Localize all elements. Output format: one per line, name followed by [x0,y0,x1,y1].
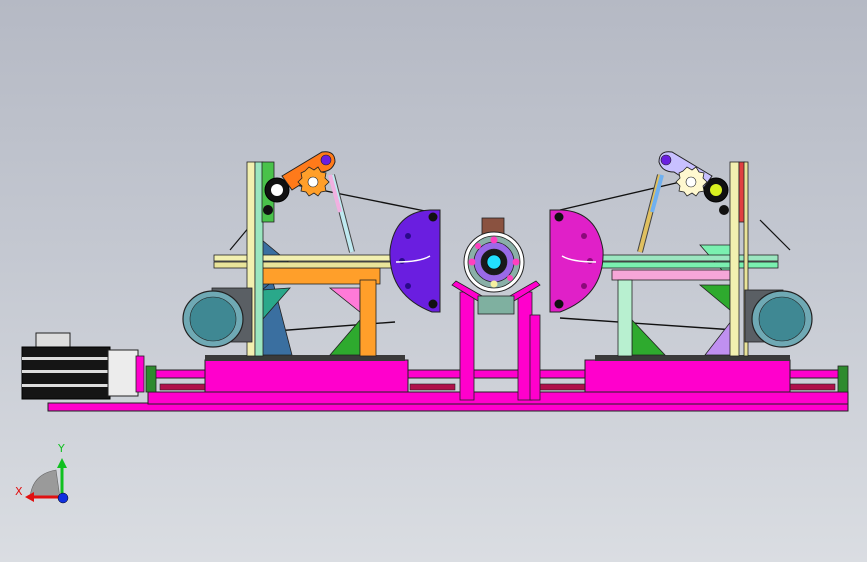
beam-pink-right [611,269,731,281]
motor-band-3 [22,384,110,387]
gusset-lilac-right [704,318,733,356]
drawing-part [320,154,332,166]
drawing-part [758,296,806,342]
drive-motor [21,332,145,400]
drawing-part [57,458,67,468]
motor-band-1 [22,357,110,360]
drawing-part [587,258,593,264]
drawing-part [507,275,513,281]
post-green-inner-right [617,279,633,357]
drawing-part [685,176,697,188]
drawing-part [490,280,498,288]
left-station [182,151,441,357]
drawing-part [189,296,237,342]
triad-base [29,469,61,499]
triad-z-axis [57,492,69,504]
chuck-center [486,254,502,270]
triad-x-label: X [15,485,23,498]
base-rail-upper [147,391,849,405]
end-block-right [837,365,849,393]
end-block-left [145,365,157,393]
drawing-part [554,212,564,222]
motor-coupling [135,355,145,393]
carriage-left [204,359,409,393]
drawing-part [719,205,729,215]
motor-junction-box [35,332,71,348]
drawing-part [428,299,438,309]
drawing-part [581,283,587,289]
post-yellow-right [729,161,740,357]
guide-rod-dark-right [789,383,836,391]
drawing-part [271,184,283,196]
drawing-part [512,258,520,266]
drawing-part [554,299,564,309]
orientation-triad [25,458,69,504]
center-pedestal-left [459,291,475,401]
drawing-part [710,184,722,196]
drawing-part [490,236,498,244]
drawing-part [581,233,587,239]
triad-y-label: Y [58,442,65,455]
gusset-pink [328,287,361,313]
motor-band-2 [22,370,110,373]
center-post [529,314,541,401]
base-frame [47,355,849,412]
motor-flange [107,349,139,397]
assembly-drawing [21,151,849,504]
guide-rod-dark-mid1 [409,383,456,391]
guide-rod-dark-mid2 [539,383,586,391]
chuck-housing [477,295,515,315]
drawing-part [759,219,791,251]
drawing-part [405,283,411,289]
drawing-part [660,154,672,166]
drawing-part [559,317,736,331]
drawing-part [468,258,476,266]
drawing-part [475,243,481,249]
drawing-part [399,258,405,264]
gusset-green2-right [698,284,731,311]
drawing-part [405,233,411,239]
right-station [549,151,813,357]
beam-orange-vertical [359,279,377,357]
drawing-part [25,492,34,502]
guide-rod-dark-left [159,383,206,391]
drawing-part [307,176,319,188]
drawing-part [263,205,273,215]
cad-viewport[interactable]: Y X [0,0,867,562]
carriage-right [584,359,791,393]
drawing-part [428,212,438,222]
